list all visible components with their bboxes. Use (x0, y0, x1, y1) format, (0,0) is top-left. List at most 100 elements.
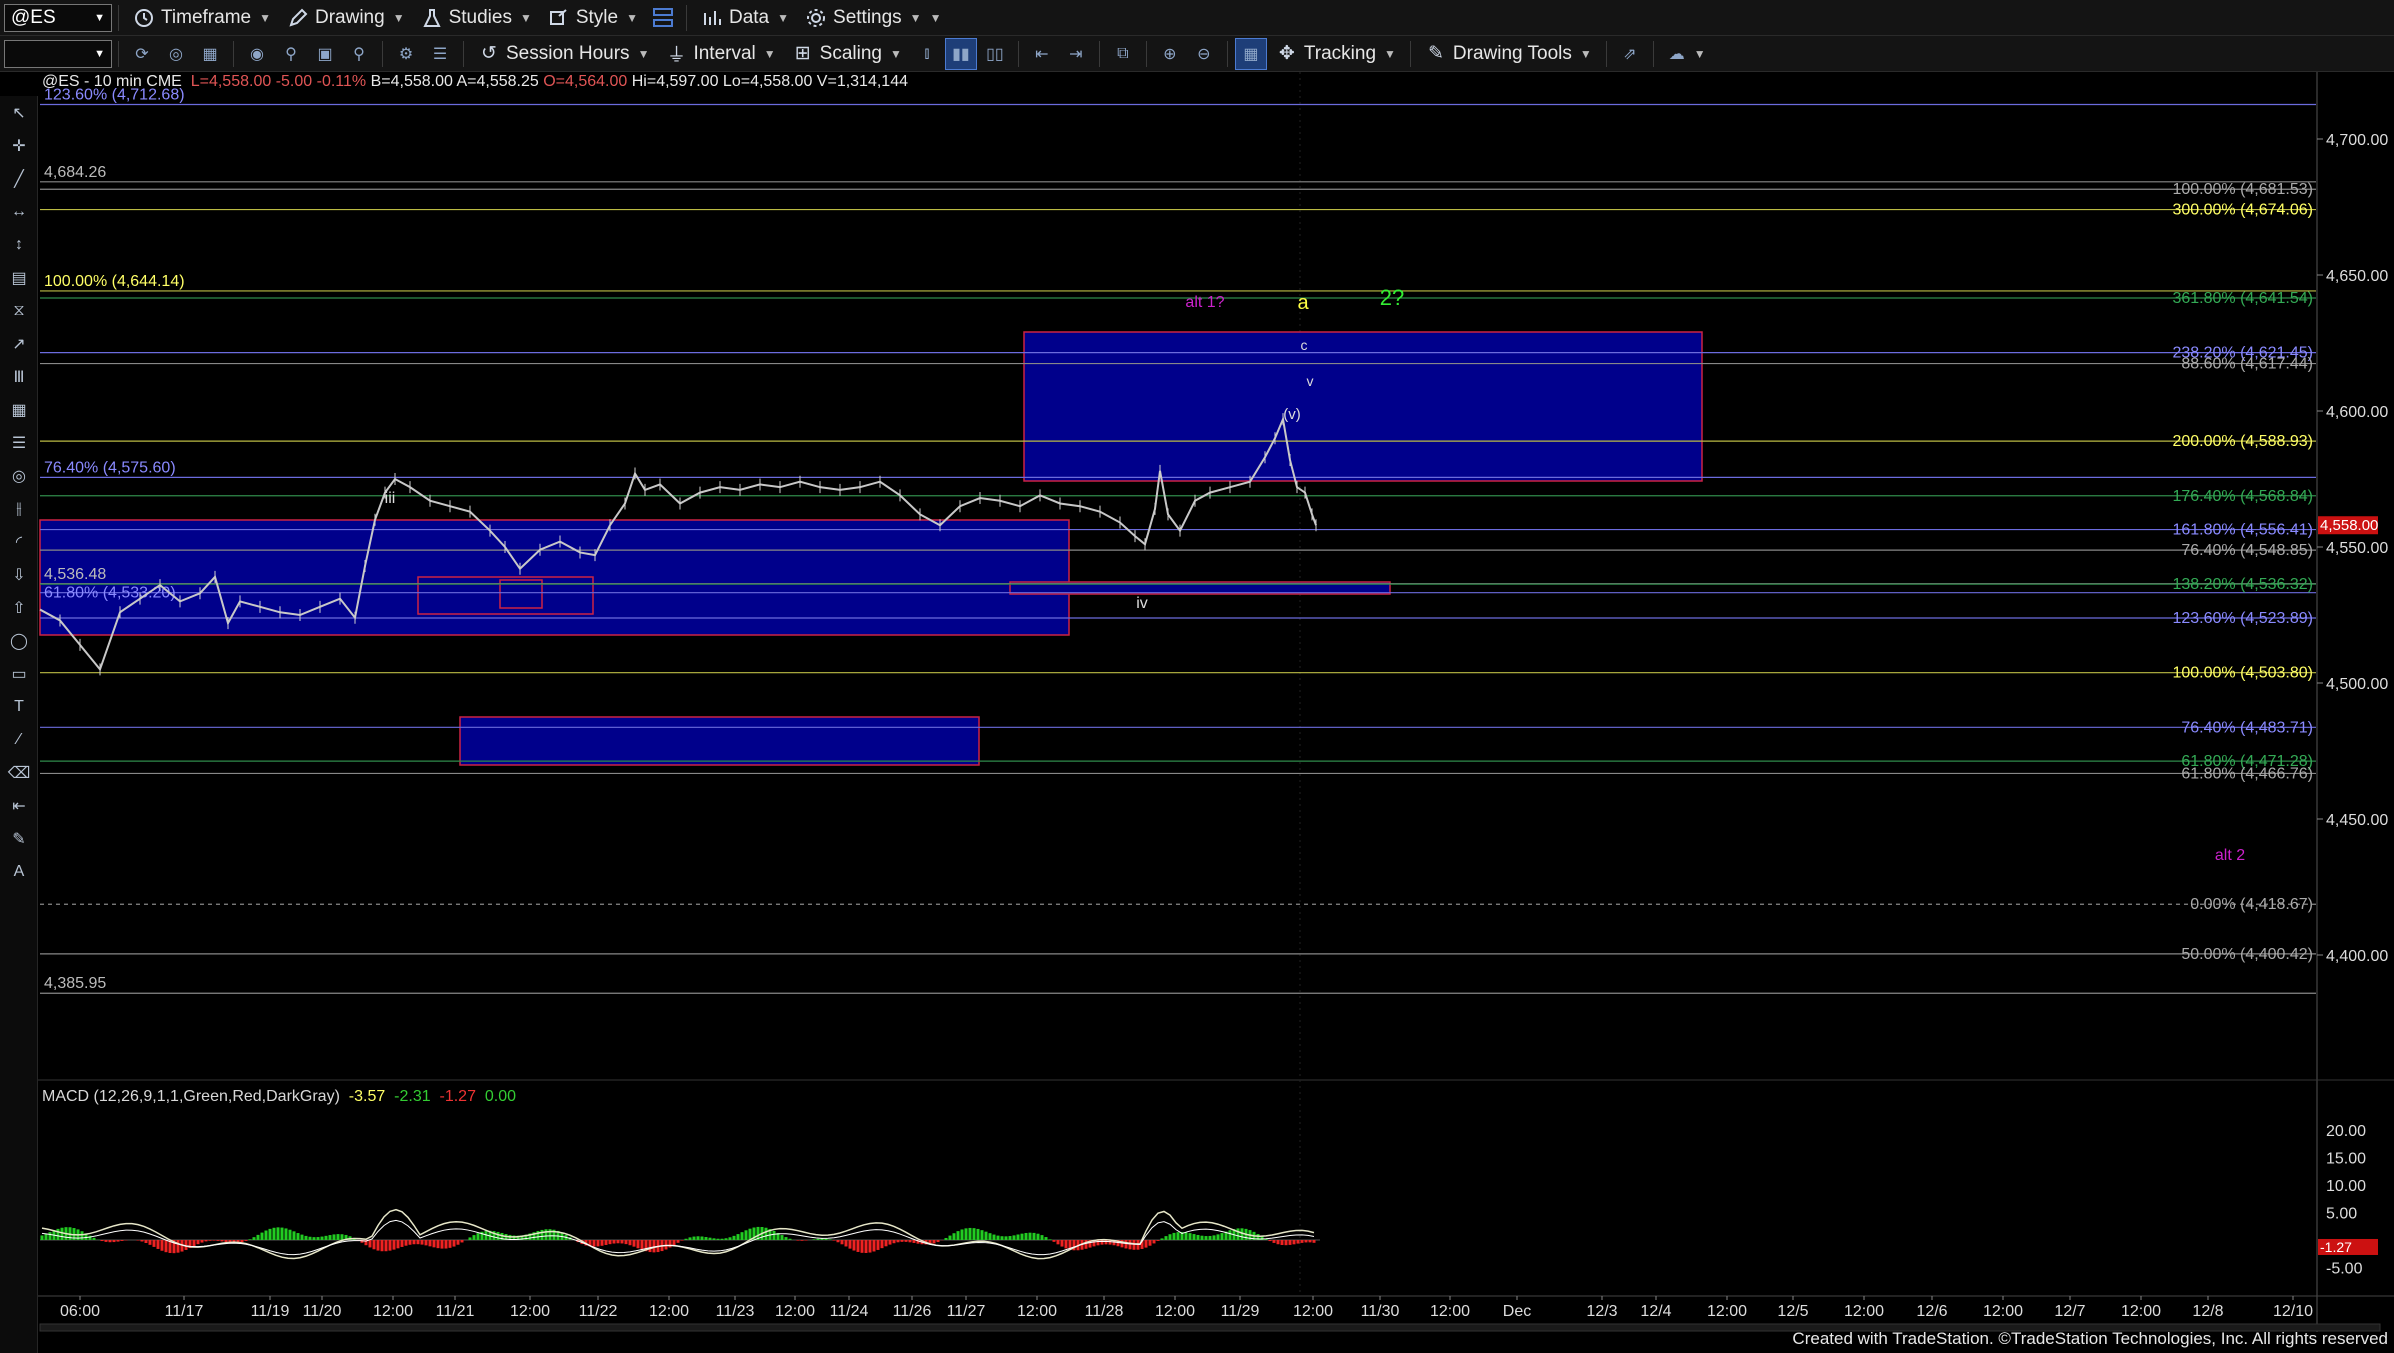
price-chart[interactable]: 123.60% (4,712.68)4,684.26100.00% (4,644… (38, 72, 2394, 1332)
time-axis-label: 11/23 (716, 1303, 755, 1320)
scaling-label: Scaling (819, 42, 882, 64)
symbol-input[interactable]: @ES ▼ (4, 3, 112, 32)
time-axis-label: 11/21 (436, 1303, 475, 1320)
quote-icon[interactable]: ☰ (425, 39, 455, 69)
settings-button[interactable]: Settings ▼ ▼ (797, 3, 949, 33)
wave-label: v (1307, 373, 1314, 389)
search-icon[interactable]: ⚲ (344, 39, 374, 69)
tools-icon[interactable]: ⚙ (391, 39, 421, 69)
gann-icon[interactable]: Ⅲ (0, 360, 38, 393)
tracking-button[interactable]: ✥ Tracking ▼ (1268, 39, 1404, 69)
time-axis-label: 12/3 (1586, 1303, 1617, 1320)
eraser-icon[interactable]: ⌫ (0, 756, 38, 789)
layout-icon[interactable]: ▦ (195, 39, 225, 69)
session-hours-label: Session Hours (506, 42, 630, 64)
data-button[interactable]: Data ▼ (693, 3, 797, 33)
scroll-left-icon[interactable]: ⇤ (1027, 39, 1057, 69)
main-toolbar: @ES ▼ Timeframe ▼ Drawing ▼ Studies ▼ Style… (0, 0, 2394, 36)
vertical-line-icon[interactable]: ↕ (0, 228, 38, 261)
time-axis-label: 12/10 (2273, 1303, 2313, 1320)
refresh-icon[interactable]: ⟳ (127, 39, 157, 69)
arrow-down-icon[interactable]: ⇩ (0, 558, 38, 591)
interval-box[interactable]: ▼ (4, 39, 112, 68)
interval-button[interactable]: ⏚ Interval ▼ (657, 39, 783, 69)
right-level-label: 123.60% (4,523.89) (2172, 610, 2313, 627)
cycle-lines-icon[interactable]: ◎ (0, 459, 38, 492)
time-axis-label: 11/27 (947, 1303, 986, 1320)
hollow-candle-icon[interactable]: ▯▯ (980, 39, 1010, 69)
drawing-toolbar: ↖ ✛ ╱ ↔ ↕ ▤ ⧖ ↗ Ⅲ ▦ ☰ ◎ ⫲ ◜ ⇩ ⇧ ◯ ▭ T ⁄ … (0, 96, 38, 1353)
cloud-icon[interactable]: ☁ (1662, 39, 1692, 69)
zoom-in-icon[interactable]: ⊕ (1155, 39, 1185, 69)
left-level-label: 4,684.26 (44, 164, 106, 181)
studies-button[interactable]: Studies ▼ (413, 3, 540, 33)
price-axis-label: 4,700.00 (2326, 132, 2388, 149)
price-axis-label: 4,400.00 (2326, 948, 2388, 965)
style-button[interactable]: Style ▼ (540, 3, 646, 33)
snap-icon[interactable]: ⇤ (0, 789, 38, 822)
wave-label: alt 2 (2215, 847, 2245, 864)
ask-price: A=4,558.25 (456, 73, 539, 90)
zoom-out-icon[interactable]: ⊖ (1189, 39, 1219, 69)
data-label: Data (728, 6, 770, 28)
trendline-icon[interactable]: ╱ (0, 162, 38, 195)
bar-style-icon[interactable]: ⫾ (912, 39, 942, 69)
ruler-icon[interactable]: ⁄ (0, 723, 38, 756)
session-hours-button[interactable]: ↺ Session Hours ▼ (470, 39, 657, 69)
ruler-icon: ⊞ (794, 43, 811, 64)
time-axis-label: 12:00 (2121, 1303, 2161, 1320)
magnify-icon[interactable]: ⚲ (276, 39, 306, 69)
object-list-icon[interactable]: ✎ (0, 822, 38, 855)
right-level-label: 61.80% (4,466.76) (2181, 765, 2313, 782)
pencil-icon (287, 7, 309, 29)
macd-axis-label: 15.00 (2326, 1151, 2366, 1168)
grid-icon[interactable]: ▦ (1234, 37, 1267, 70)
candle-style-icon[interactable]: ▮▮ (944, 37, 977, 70)
drawing-tools-button[interactable]: ✎ Drawing Tools ▼ (1417, 39, 1600, 69)
target-icon[interactable]: ◉ (242, 39, 272, 69)
time-axis-label: 11/26 (893, 1303, 932, 1320)
horizontal-line-icon[interactable]: ↔ (0, 195, 38, 228)
andrews-pitchfork-icon[interactable]: ⫲ (0, 492, 38, 525)
scaling-button[interactable]: ⊞ Scaling ▼ (784, 39, 910, 69)
macd-info-line: MACD (12,26,9,1,1,Green,Red,DarkGray) -3… (42, 1088, 516, 1106)
target-box-top (1023, 331, 1703, 482)
cycle-icon[interactable]: ◎ (161, 39, 191, 69)
rectangle-icon[interactable]: ▭ (0, 657, 38, 690)
crosshair-icon[interactable]: ✛ (0, 129, 38, 162)
ellipse-icon[interactable]: ◯ (0, 624, 38, 657)
drawing-button[interactable]: Drawing ▼ (279, 3, 413, 33)
macd-value: -3.57 (348, 1088, 386, 1105)
macd-zero: 0.00 (484, 1088, 516, 1105)
wave-label: 2? (1380, 285, 1404, 310)
timeframe-button[interactable]: Timeframe ▼ (125, 3, 279, 33)
macd-axis-label: 20.00 (2326, 1123, 2366, 1140)
scroll-right-icon[interactable]: ⇥ (1061, 39, 1091, 69)
text-icon[interactable]: T (0, 690, 38, 723)
footer-credit: Created with TradeStation. ©TradeStation… (1792, 1329, 2388, 1348)
image-icon[interactable]: ▣ (310, 39, 340, 69)
arrow-up-icon[interactable]: ⇧ (0, 591, 38, 624)
fib-fan-icon[interactable]: ▦ (0, 393, 38, 426)
left-level-label: 100.00% (4,644.14) (44, 273, 185, 290)
arc-icon[interactable]: ◜ (0, 525, 38, 558)
channel-icon[interactable]: ▤ (0, 261, 38, 294)
right-level-label: 50.00% (4,400.42) (2181, 946, 2313, 963)
speed-lines-icon[interactable]: ☰ (0, 426, 38, 459)
macd-axis-label: -5.00 (2326, 1261, 2363, 1278)
pointer-icon[interactable]: ↖ (0, 96, 38, 129)
window-link-icon[interactable]: ⧉ (1108, 39, 1138, 69)
time-axis-label: 11/22 (579, 1303, 618, 1320)
time-axis-label: 12:00 (1844, 1303, 1884, 1320)
fib-extension-icon[interactable]: ↗ (0, 327, 38, 360)
font-icon[interactable]: A (0, 855, 38, 888)
link-chart-icon[interactable] (648, 3, 678, 33)
time-axis-label: 11/20 (303, 1303, 342, 1320)
macd-axis-label: 5.00 (2326, 1206, 2357, 1223)
export-icon[interactable]: ⇗ (1615, 39, 1645, 69)
right-level-label: 361.80% (4,641.54) (2172, 290, 2313, 307)
macd-line (41, 1208, 1315, 1260)
pen-icon: ✎ (1427, 43, 1444, 64)
fib-retracement-icon[interactable]: ⧖ (0, 294, 38, 327)
current-price-label: 4,558.00 (2320, 517, 2378, 534)
